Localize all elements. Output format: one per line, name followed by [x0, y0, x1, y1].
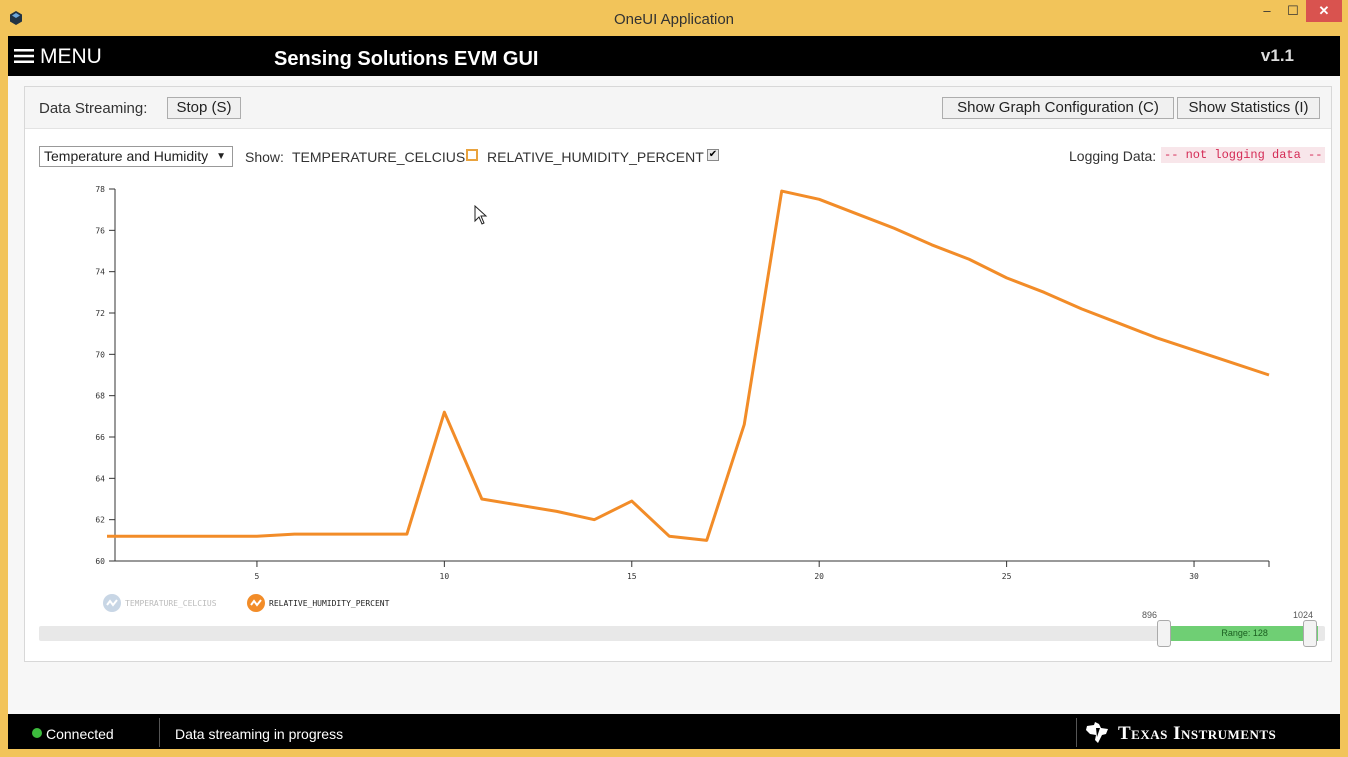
connection-status-icon: [32, 728, 42, 738]
y-tick-label: 76: [95, 226, 105, 235]
app-header: MENU Sensing Solutions EVM GUI v1.1: [8, 36, 1340, 76]
series-select[interactable]: Temperature and Humidity ▼: [39, 146, 233, 167]
legend-temperature-label: TEMPERATURE_CELCIUS: [125, 599, 217, 608]
y-tick-label: 74: [95, 268, 105, 277]
data-streaming-label: Data Streaming:: [39, 100, 148, 117]
show-graph-configuration-button[interactable]: Show Graph Configuration (C): [942, 97, 1174, 119]
x-tick-label: 5: [255, 572, 260, 581]
dropdown-arrow-icon: ▼: [216, 151, 226, 162]
x-tick-label: 25: [1002, 572, 1012, 581]
y-tick-label: 64: [95, 474, 105, 483]
temperature-option-label: TEMPERATURE_CELCIUS: [292, 149, 466, 165]
status-divider: [159, 718, 160, 747]
app-version: v1.1: [1260, 46, 1294, 65]
x-tick-label: 10: [440, 572, 450, 581]
y-tick-label: 70: [95, 350, 105, 359]
logging-data-label: Logging Data:: [1069, 148, 1157, 164]
status-divider-right: [1076, 718, 1077, 747]
x-tick-label: 20: [814, 572, 824, 581]
mouse-cursor-icon: [474, 205, 488, 225]
y-tick-label: 60: [95, 557, 105, 566]
range-high-handle[interactable]: [1303, 620, 1317, 647]
streaming-panel: Data Streaming: Stop (S) Show Graph Conf…: [24, 86, 1332, 662]
range-low-handle[interactable]: [1157, 620, 1172, 647]
window-titlebar: OneUI Application – ☐ ✕: [0, 0, 1348, 36]
y-tick-label: 78: [95, 185, 105, 194]
show-label: Show:: [245, 149, 284, 165]
range-slider-track[interactable]: [39, 626, 1325, 641]
series-select-value: Temperature and Humidity: [44, 148, 209, 164]
texas-instruments-brand: Texas Instruments: [1118, 723, 1277, 744]
x-tick-label: 15: [627, 572, 637, 581]
humidity-option-label: RELATIVE_HUMIDITY_PERCENT: [487, 149, 704, 165]
hamburger-menu-icon[interactable]: [14, 48, 34, 64]
menu-label[interactable]: MENU: [40, 45, 102, 69]
logging-data-value: -- not logging data --: [1161, 147, 1326, 163]
stop-button[interactable]: Stop (S): [167, 97, 241, 119]
panel-toolbar: Data Streaming: Stop (S) Show Graph Conf…: [25, 87, 1331, 129]
app-title: Sensing Solutions EVM GUI: [274, 48, 539, 70]
legend-humidity-label: RELATIVE_HUMIDITY_PERCENT: [269, 599, 390, 608]
range-selection[interactable]: Range: 128: [1171, 626, 1318, 641]
y-tick-label: 66: [95, 433, 105, 442]
y-tick-label: 68: [95, 392, 105, 401]
maximize-button[interactable]: ☐: [1280, 0, 1306, 22]
connection-status: Connected: [46, 726, 114, 742]
legend-humidity-icon: [247, 594, 265, 612]
minimize-button[interactable]: –: [1254, 0, 1280, 22]
x-tick-label: 30: [1189, 572, 1199, 581]
legend-temperature-icon: [103, 594, 121, 612]
app-frame: MENU Sensing Solutions EVM GUI v1.1 Data…: [8, 36, 1340, 749]
y-tick-label: 72: [95, 309, 105, 318]
texas-instruments-logo-icon: [1086, 722, 1108, 743]
range-low-label: 896: [1142, 610, 1158, 620]
close-button[interactable]: ✕: [1306, 0, 1342, 22]
status-message: Data streaming in progress: [175, 726, 344, 742]
status-bar: Connected Data streaming in progress Tex…: [8, 714, 1340, 749]
show-statistics-button[interactable]: Show Statistics (I): [1177, 97, 1320, 119]
humidity-line-chart: 60 62 64 66 68 70 72 74 76 78 5 10 15 20 25 30: [95, 185, 1270, 581]
y-tick-label: 62: [95, 516, 105, 525]
humidity-checkbox[interactable]: ✔: [707, 149, 719, 161]
range-high-label: 1024: [1293, 610, 1314, 620]
window-title: OneUI Application: [613, 11, 735, 28]
temperature-checkbox[interactable]: [466, 149, 478, 161]
humidity-series-line: [107, 189, 1270, 542]
